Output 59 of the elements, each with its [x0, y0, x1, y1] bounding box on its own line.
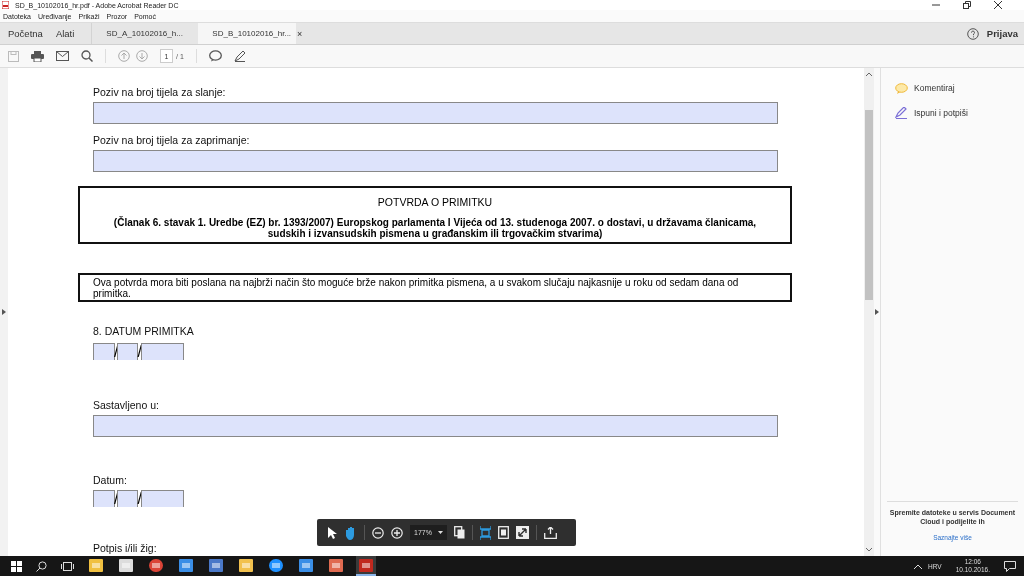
scroll-up-icon[interactable] [866, 72, 872, 76]
mail-icon[interactable] [56, 51, 69, 61]
pages-icon[interactable] [453, 526, 465, 539]
pen-icon [895, 107, 908, 119]
expand-arrow-icon[interactable] [2, 309, 6, 315]
nav-tab[interactable]: Početna [0, 23, 48, 44]
field-label: Sastavljeno u: [93, 399, 160, 411]
windows-start-icon[interactable] [11, 560, 22, 572]
field-label: Poziv na broj tijela za zaprimanje: [93, 134, 251, 146]
task-view-icon[interactable] [61, 561, 74, 571]
panel-tool[interactable]: Ispuni i potpiši [881, 107, 1024, 119]
document-tab[interactable]: SD_A_10102016_h... [92, 23, 199, 44]
pen-icon[interactable] [233, 50, 246, 62]
field-label: Poziv na broj tijela za slanje: [93, 86, 227, 98]
month-field[interactable] [117, 490, 139, 507]
app-icon[interactable] [209, 558, 223, 572]
panel-tool[interactable]: Komentiraj [881, 82, 1024, 94]
form-title: POTVRDA O PRIMITKU [377, 196, 493, 208]
nav-tab[interactable]: Alati [47, 23, 80, 44]
input-field[interactable] [93, 415, 778, 437]
search-icon[interactable] [36, 560, 47, 572]
zoom-out-icon[interactable] [372, 526, 384, 539]
zoom-in-icon[interactable] [391, 526, 403, 539]
hand-icon[interactable] [344, 525, 357, 540]
legal-reference: (Članak 6. stavak 1. Uredbe (EZ) br. 1393/2007) Europskog parlamenta I Vijeća od 13. studenoga 2007. o dostavi, u državama članicama, sudskih i izvansudskih pismena u građanskim ili trgovačkim stvarima) [112, 217, 758, 239]
minimize-icon[interactable] [932, 1, 940, 9]
year-field[interactable] [140, 343, 184, 360]
field-label: 8. DATUM PRIMITKA [93, 325, 195, 337]
collapse-arrow-icon[interactable] [875, 309, 879, 315]
fit-page-icon[interactable] [497, 526, 509, 539]
fullscreen-icon[interactable] [515, 526, 529, 539]
app-icon[interactable] [299, 558, 313, 572]
pointer-icon[interactable] [328, 526, 337, 539]
scrollbar-thumb[interactable] [865, 110, 873, 300]
comment-icon[interactable] [208, 50, 222, 62]
search-icon[interactable] [81, 50, 93, 62]
upload-icon[interactable] [543, 526, 557, 539]
field-label: Datum: [93, 474, 128, 486]
chevron-up-icon[interactable] [914, 563, 923, 569]
sign-in-link[interactable]: Prijava [986, 23, 1024, 44]
print-icon[interactable] [31, 50, 44, 62]
field-label: Potpis i/ili žig: [93, 542, 158, 554]
day-field[interactable] [93, 343, 115, 360]
close-tab-button[interactable]: × [297, 28, 303, 39]
notification-icon[interactable] [1004, 560, 1016, 572]
input-field[interactable] [93, 150, 778, 172]
app-icon[interactable] [179, 558, 193, 572]
caret-icon [437, 531, 443, 534]
month-field[interactable] [117, 343, 139, 360]
day-field[interactable] [93, 490, 115, 507]
help-icon[interactable] [966, 27, 979, 40]
speech-bubble-icon [895, 82, 908, 94]
restore-icon[interactable] [963, 1, 971, 9]
close-icon[interactable] [994, 1, 1002, 9]
year-field[interactable] [140, 490, 184, 507]
input-field[interactable] [93, 102, 778, 124]
notice-text: Ova potvrda mora biti poslana na najbrži način što moguće brže nakon primitka pismena, a u svakom slučaju najkasnije u roku od sedam dana od primitka. [93, 277, 740, 299]
fit-width-icon[interactable] [479, 525, 491, 540]
scroll-down-icon[interactable] [866, 548, 872, 552]
